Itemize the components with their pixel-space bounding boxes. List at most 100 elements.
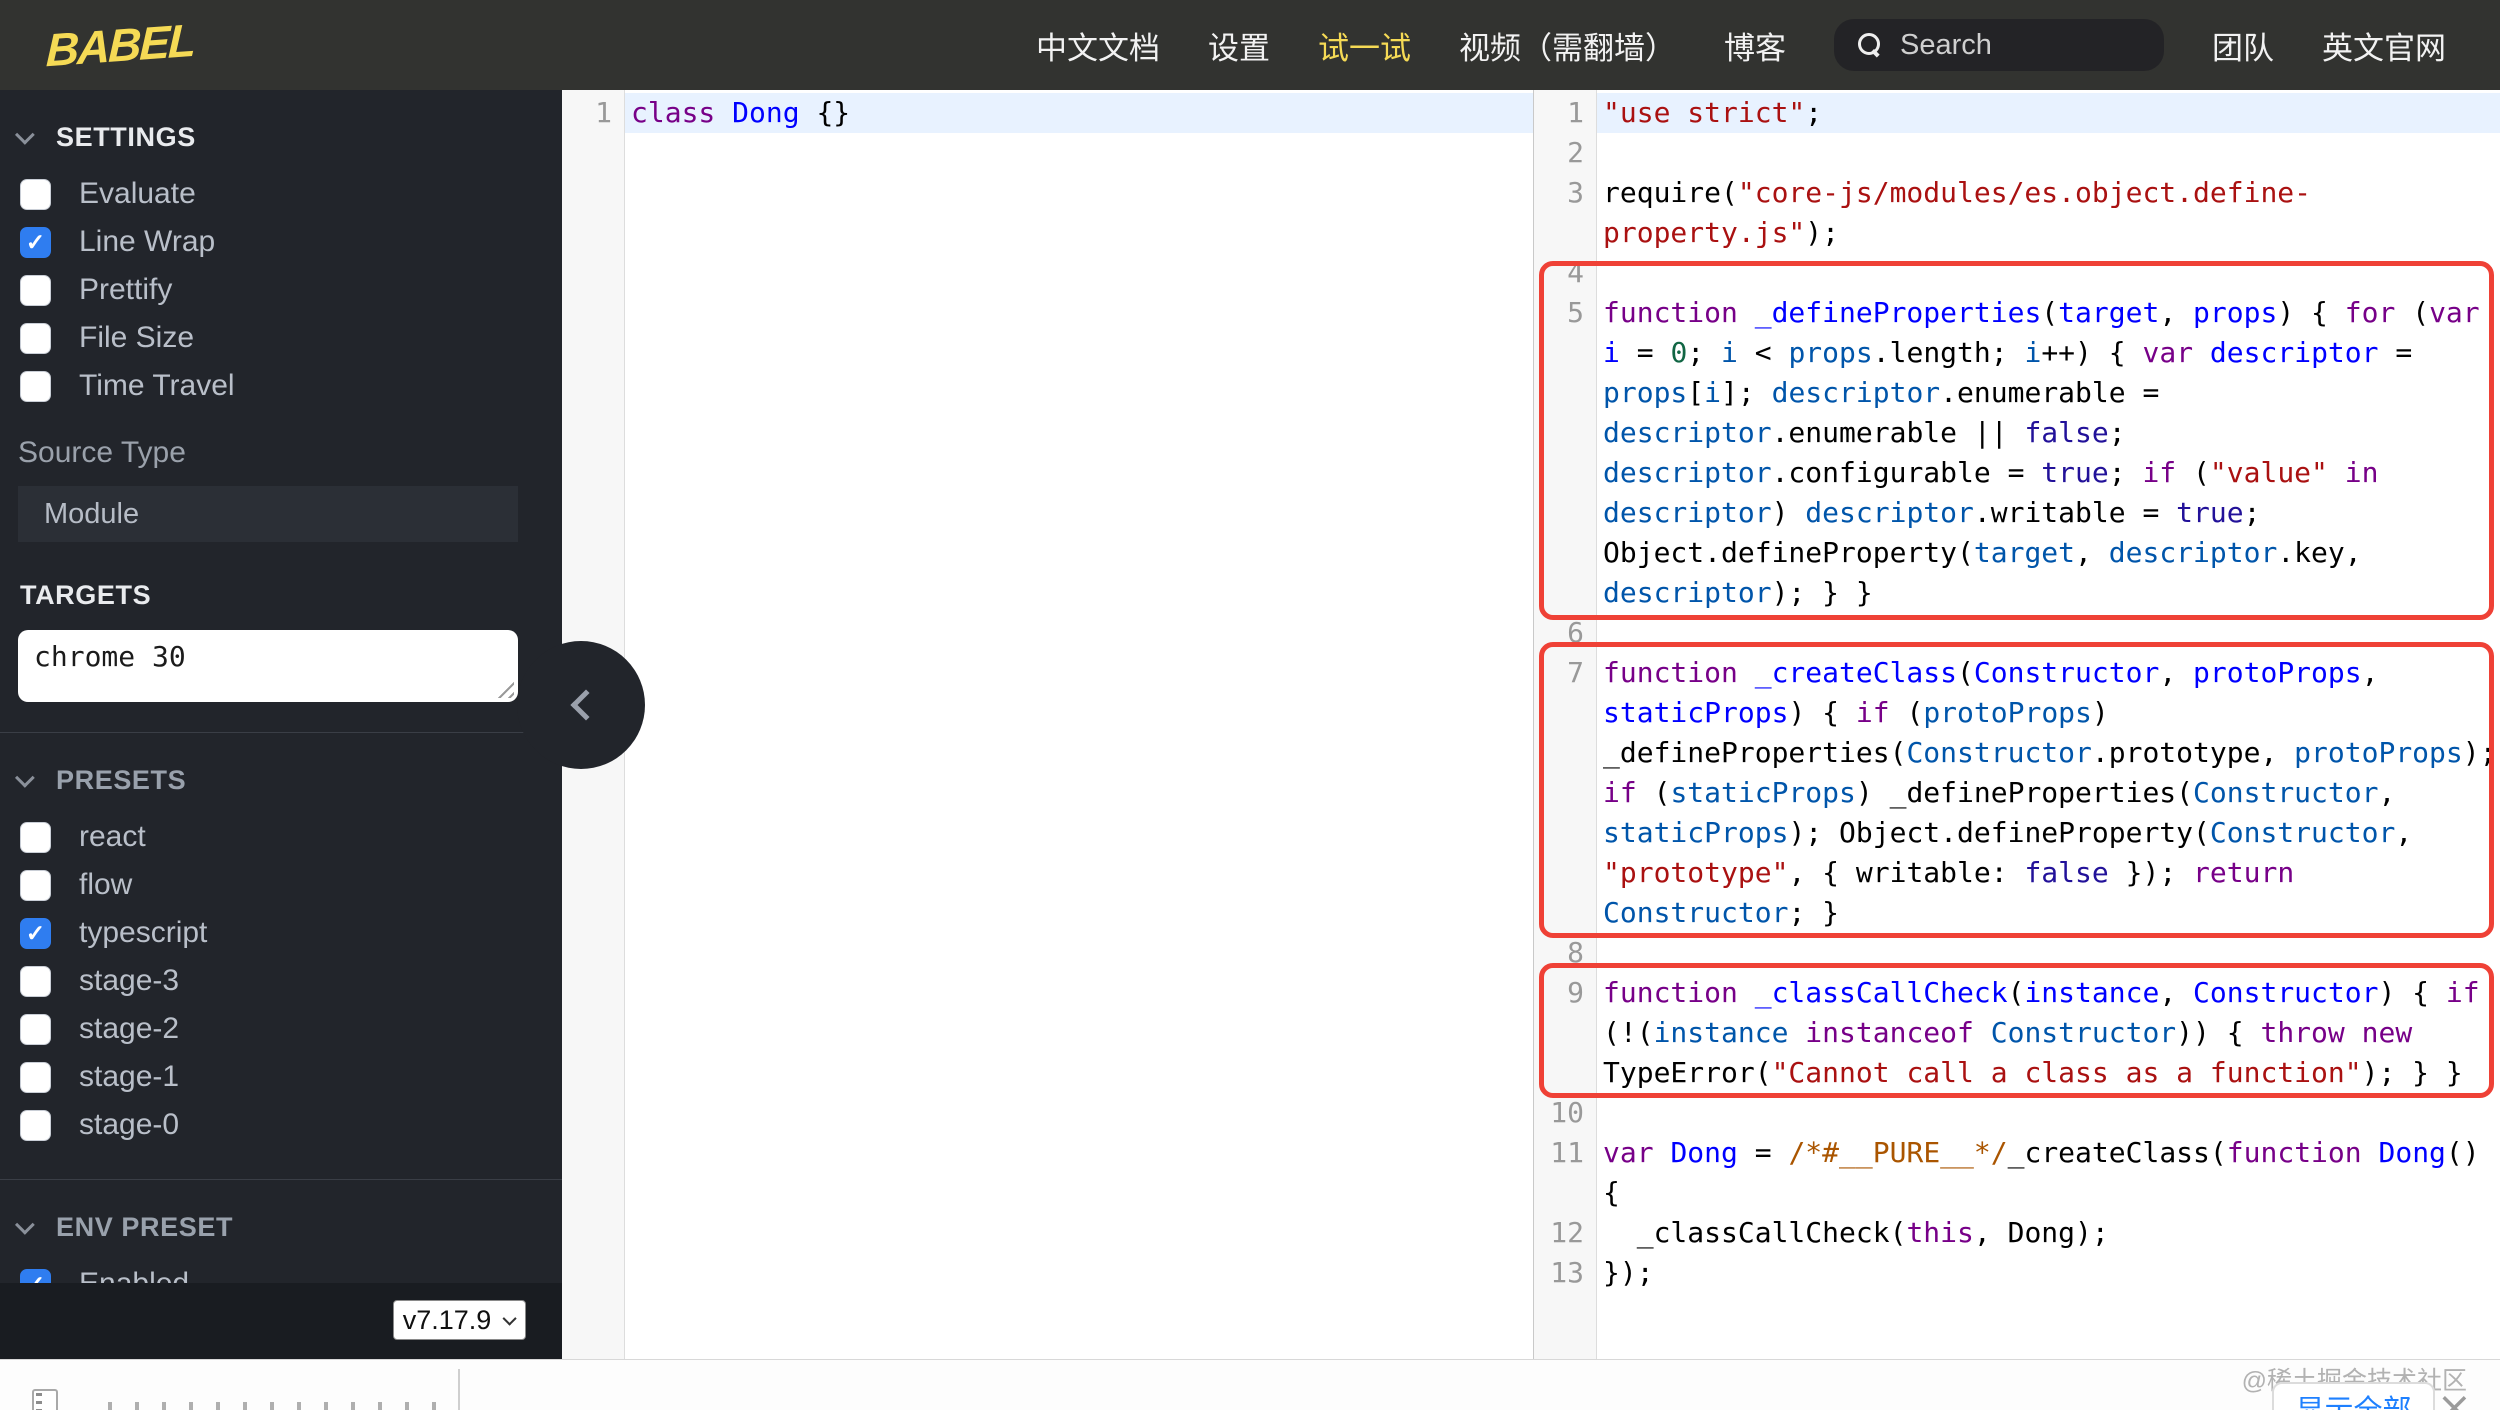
- targets-input[interactable]: chrome 30: [18, 630, 518, 702]
- nav-menu: 中文文档 设置 试一试 视频（需翻墙） 博客 Search 团队 英文官网: [1036, 19, 2446, 71]
- Time Travel-checkbox[interactable]: [20, 370, 51, 402]
- line-number: 5: [1567, 296, 1584, 329]
- chevron-down-icon: [502, 1311, 517, 1326]
- code-line: 6: [1534, 613, 2500, 653]
- code-text[interactable]: function _createClass(Constructor, proto…: [1597, 653, 2500, 933]
- checkbox-row-react[interactable]: react: [20, 813, 562, 861]
- line-number: 1: [595, 96, 612, 129]
- line-number: 11: [1550, 1136, 1584, 1169]
- line-number: 13: [1550, 1256, 1584, 1289]
- checkbox-row-stage-2[interactable]: stage-2: [20, 1005, 562, 1053]
- Line Wrap-checkbox[interactable]: ✓: [20, 226, 51, 258]
- code-text[interactable]: "use strict";: [1597, 93, 2500, 133]
- chevron-down-icon: [14, 124, 35, 145]
- code-text[interactable]: [1597, 1093, 2500, 1133]
- nav-item-团队[interactable]: 团队: [2212, 23, 2274, 68]
- nav-item-博客[interactable]: 博客: [1724, 23, 1786, 68]
- code-text[interactable]: [1597, 253, 2500, 293]
- chevron-down-icon: [14, 767, 35, 788]
- sidebar-divider: [0, 1179, 562, 1180]
- code-line: 3 require("core-js/modules/es.object.defi…: [1534, 173, 2500, 253]
- checkbox-label: File Size: [79, 321, 195, 354]
- code-text[interactable]: var Dong = /*#__PURE__*/_createClass(fun…: [1597, 1133, 2500, 1213]
- code-line: 12 _classCallCheck(this, Dong);: [1534, 1213, 2500, 1253]
- checkbox-label: stage-1: [79, 1060, 180, 1093]
- checkbox-row-File Size[interactable]: File Size: [20, 314, 562, 362]
- code-text[interactable]: [1597, 133, 2500, 173]
- code-text[interactable]: require("core-js/modules/es.object.defin…: [1597, 173, 2500, 253]
- nav-item-设置[interactable]: 设置: [1208, 23, 1270, 68]
- checkbox-label: typescript: [79, 916, 208, 949]
- code-line: 13});: [1534, 1253, 2500, 1293]
- close-icon[interactable]: ×: [2437, 1386, 2472, 1410]
- line-number: 9: [1567, 976, 1584, 1009]
- checkbox-row-Time Travel[interactable]: Time Travel: [20, 362, 562, 410]
- checkbox-row-typescript[interactable]: ✓ typescript: [20, 909, 562, 957]
- clipped-text-decoration: [108, 1402, 443, 1410]
- code-text[interactable]: function _defineProperties(target, props…: [1597, 293, 2500, 613]
- Evaluate-checkbox[interactable]: [20, 178, 51, 210]
- flow-checkbox[interactable]: [20, 869, 51, 901]
- line-number: 6: [1567, 616, 1584, 649]
- stage-2-checkbox[interactable]: [20, 1013, 51, 1045]
- sidebar-collapse-button[interactable]: [517, 641, 645, 769]
- resize-grip-icon[interactable]: [496, 680, 514, 698]
- checkbox-label: react: [79, 820, 146, 853]
- code-text[interactable]: });: [1597, 1253, 2500, 1293]
- File Size-checkbox[interactable]: [20, 322, 51, 354]
- code-text[interactable]: class Dong {}: [625, 93, 1533, 133]
- nav-item-视频（需翻墙）[interactable]: 视频（需翻墙）: [1459, 23, 1676, 68]
- checkbox-row-flow[interactable]: flow: [20, 861, 562, 909]
- presets-options: react flow ✓ typescript stage-3 stage-2 stage-…: [0, 801, 562, 1149]
- line-number: 2: [1567, 136, 1584, 169]
- bottom-bar-divider: [458, 1369, 460, 1410]
- nav-item-中文文档[interactable]: 中文文档: [1036, 23, 1160, 68]
- output-code-lines: 1 "use strict"; 2 3 require("core-js/modules…: [1534, 90, 2500, 1293]
- stage-1-checkbox[interactable]: [20, 1061, 51, 1093]
- checkbox-row-Line Wrap[interactable]: ✓ Line Wrap: [20, 218, 562, 266]
- source-type-select[interactable]: Module: [18, 486, 518, 542]
- search-placeholder: Search: [1900, 28, 1992, 61]
- checkbox-label: Prettify: [79, 273, 173, 306]
- babel-version-select[interactable]: v7.17.9: [393, 1300, 526, 1340]
- babel-repl-app: BABEL 中文文档 设置 试一试 视频（需翻墙） 博客 Search 团队 英文官网 SET…: [0, 0, 2500, 1410]
- document-icon: [32, 1389, 58, 1410]
- line-number: 10: [1550, 1096, 1584, 1129]
- checkbox-row-Evaluate[interactable]: Evaluate: [20, 170, 562, 218]
- react-checkbox[interactable]: [20, 821, 51, 853]
- search-input[interactable]: Search: [1834, 19, 2164, 71]
- checkbox-label: stage-0: [79, 1108, 180, 1141]
- targets-section-header: TARGETS: [0, 574, 562, 616]
- typescript-checkbox[interactable]: ✓: [20, 917, 51, 949]
- babel-logo[interactable]: BABEL: [45, 13, 195, 78]
- stage-3-checkbox[interactable]: [20, 965, 51, 997]
- code-line: 10: [1534, 1093, 2500, 1133]
- stage-0-checkbox[interactable]: [20, 1109, 51, 1141]
- nav-item-试一试[interactable]: 试一试: [1318, 23, 1411, 68]
- settings-section-header[interactable]: SETTINGS: [0, 116, 562, 158]
- line-number: 1: [1567, 96, 1584, 129]
- show-all-button[interactable]: 显示全部: [2272, 1382, 2435, 1410]
- checkbox-row-stage-3[interactable]: stage-3: [20, 957, 562, 1005]
- code-text[interactable]: [1597, 933, 2500, 973]
- code-line: 11 var Dong = /*#__PURE__*/_createClass(f…: [1534, 1133, 2500, 1213]
- Prettify-checkbox[interactable]: [20, 274, 51, 306]
- code-line: 8: [1534, 933, 2500, 973]
- checkbox-row-stage-1[interactable]: stage-1: [20, 1053, 562, 1101]
- code-text[interactable]: [1597, 613, 2500, 653]
- code-text[interactable]: function _classCallCheck(instance, Const…: [1597, 973, 2500, 1093]
- top-navbar: BABEL 中文文档 设置 试一试 视频（需翻墙） 博客 Search 团队 英文官网: [0, 0, 2500, 90]
- code-text[interactable]: _classCallCheck(this, Dong);: [1597, 1213, 2500, 1253]
- settings-title: SETTINGS: [56, 121, 196, 152]
- checkbox-label: Evaluate: [79, 177, 196, 210]
- checkbox-row-Prettify[interactable]: Prettify: [20, 266, 562, 314]
- presets-section-header[interactable]: PRESETS: [0, 759, 562, 801]
- checkbox-label: Time Travel: [79, 369, 235, 402]
- checkbox-row-stage-0[interactable]: stage-0: [20, 1101, 562, 1149]
- input-editor[interactable]: 1 class Dong {}: [562, 90, 1533, 1359]
- output-editor[interactable]: 1 "use strict"; 2 3 require("core-js/modules…: [1533, 90, 2500, 1359]
- line-number: 12: [1550, 1216, 1584, 1249]
- env-preset-section-header[interactable]: ENV PRESET: [0, 1206, 562, 1248]
- nav-item-英文官网[interactable]: 英文官网: [2322, 23, 2446, 68]
- source-type-label: Source Type: [18, 436, 186, 469]
